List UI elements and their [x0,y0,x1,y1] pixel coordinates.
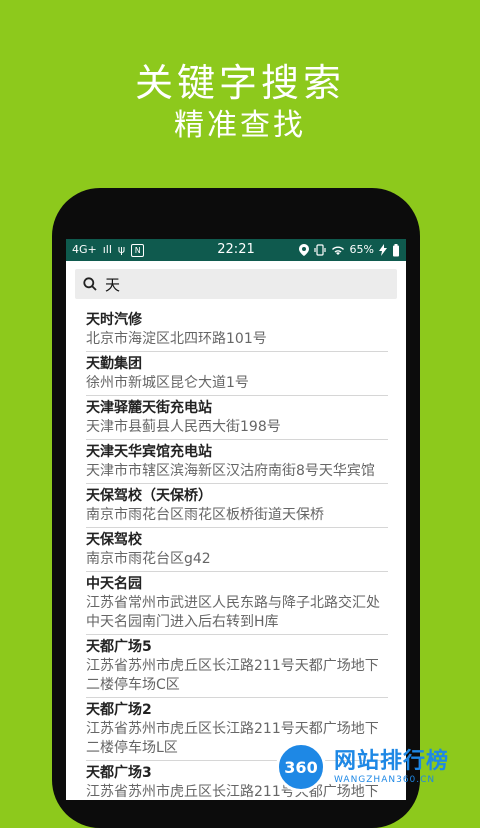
watermark-subtitle: WANGZHAN360.CN [334,774,436,785]
watermark: 360 网站排行榜 WANGZHAN360.CN [276,742,449,792]
status-bar: 4G+ ıll ψ N 22:21 65% [66,239,406,261]
battery-icon [393,243,399,256]
result-name: 天保驾校 [86,532,142,548]
search-bar[interactable] [75,269,397,299]
result-item[interactable]: 中天名园江苏省常州市武进区人民东路与降子北路交汇处中天名园南门进入后右转到H库 [86,575,388,635]
result-item[interactable]: 天都广场5 江苏省苏州市虎丘区长江路211号天都广场地下二楼停车场C区 [86,638,388,698]
result-item[interactable]: 天保驾校南京市雨花台区g42 [86,531,388,572]
watermark-title: 网站排行榜 [334,748,450,774]
location-icon [298,244,309,256]
result-address: 北京市海淀区北四环路101号 [86,331,267,347]
result-item[interactable]: 天保驾校（天保桥） 南京市雨花台区雨花区板桥街道天保桥 [86,487,388,528]
result-address: 南京市雨花台区雨花区板桥街道天保桥 [86,507,324,523]
result-name: 天津驿麓天街充电站 [86,400,212,416]
promo-title: 关键字搜索 [134,61,345,105]
battery-percent: 65% [349,243,374,256]
result-item[interactable]: 天勤集团徐州市新城区昆仑大道1号 [86,355,388,396]
vibrate-icon [313,244,326,256]
result-address: 天津市县蓟县人民西大街198号 [86,419,281,435]
result-address: 江苏省苏州市虎丘区长江路211号天都广场地下二楼停车场C区 [86,658,379,693]
wifi-icon [331,246,344,255]
search-icon [83,277,97,291]
result-address: 徐州市新城区昆仑大道1号 [86,375,249,391]
result-name: 天都广场2 [86,702,152,718]
result-name: 天津天华宾馆充电站 [86,444,212,460]
result-name: 天勤集团 [86,356,142,372]
result-address: 南京市雨花台区g42 [86,551,211,567]
results-list: 天时汽修 北京市海淀区北四环路101号 天勤集团 徐州市新城区昆仑大道1号 天津驿麓天街… [66,311,406,800]
charging-icon [379,244,387,256]
watermark-logo: 360 [276,742,326,792]
result-item[interactable]: 天津驿麓天街充电站天津市县蓟县人民西大街198号 [86,399,388,440]
search-input[interactable] [103,274,387,294]
result-name: 天时汽修 [86,312,142,328]
promo-subtitle: 精准查找 [174,108,306,143]
result-name: 中天名园 [86,576,142,592]
result-item[interactable]: 天津天华宾馆充电站天津市市辖区滨海新区汉沽府南街8号天华宾馆 [86,443,388,484]
result-address: 天津市市辖区滨海新区汉沽府南街8号天华宾馆 [86,463,375,479]
result-name: 天保驾校（天保桥） [86,488,212,504]
result-address: 江苏省常州市武进区人民东路与降子北路交汇处中天名园南门进入后右转到H库 [86,595,380,630]
phone-screen: 4G+ ıll ψ N 22:21 65% 天时汽修北京市海淀区北四环路101号… [66,239,406,800]
result-item[interactable]: 天时汽修北京市海淀区北四环路101号 [86,311,388,352]
result-name: 天都广场5 [86,639,152,655]
